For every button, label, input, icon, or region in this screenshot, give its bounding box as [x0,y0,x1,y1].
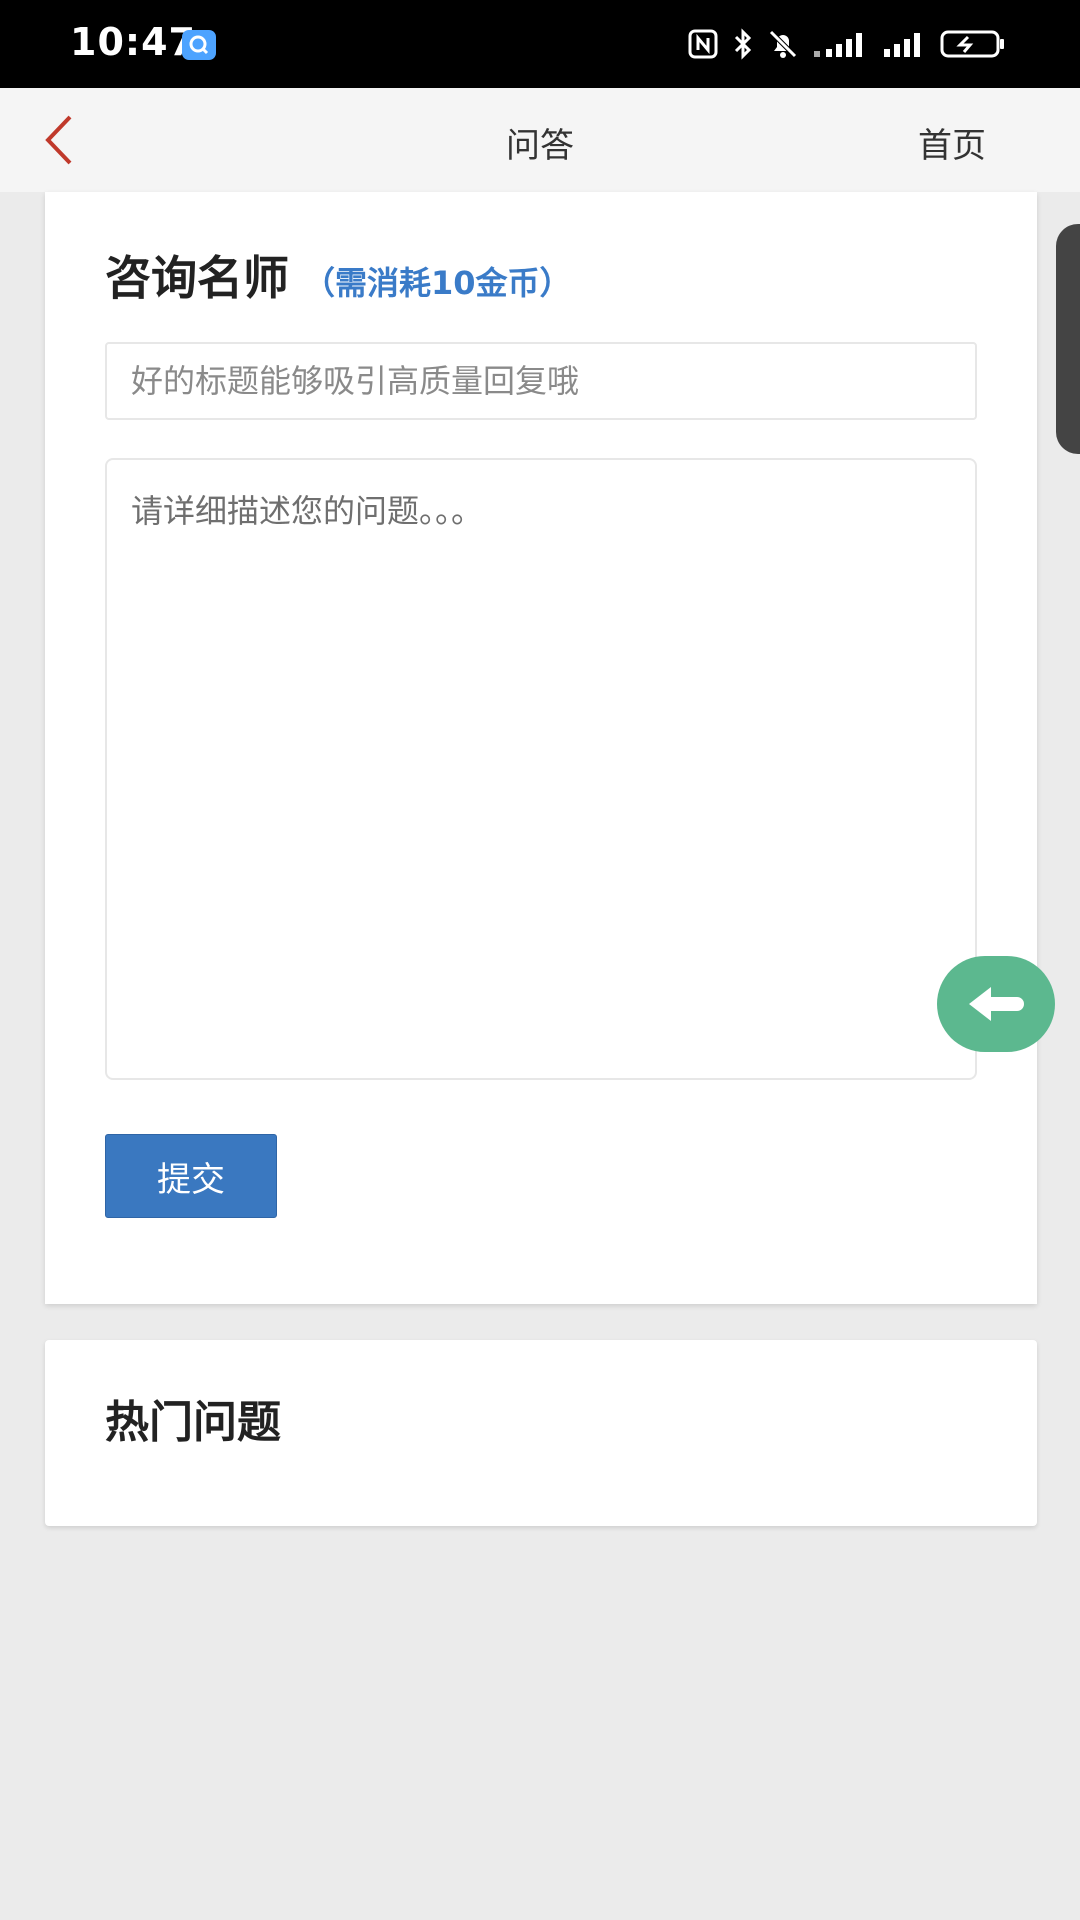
message-search-icon [182,30,216,60]
hot-questions-card: 热门问题 [45,1340,1037,1526]
question-title-input[interactable] [105,342,977,420]
arrow-left-icon [969,987,1024,1021]
nav-bar: 问答 首页 [0,88,1080,192]
submit-button[interactable]: 提交 [105,1134,277,1218]
nfc-icon [688,29,718,59]
floating-back-button[interactable] [937,956,1055,1052]
status-icons [688,24,1006,64]
battery-charging-icon [940,30,1004,58]
mute-bell-icon [769,30,797,58]
signal-icon [884,33,920,57]
status-time: 10:47 [70,20,196,64]
home-link[interactable]: 首页 [918,118,986,167]
cost-note: （需消耗10金币） [303,264,572,302]
signal-icon [814,33,862,57]
question-description-textarea[interactable] [105,458,977,1080]
hot-questions-title: 热门问题 [105,1397,281,1448]
status-bar: 10:47 [0,0,1080,88]
ask-card: 咨询名师 （需消耗10金币） 提交 [45,192,1037,1304]
bluetooth-icon [734,28,752,60]
edge-drawer-handle[interactable] [1056,224,1080,454]
ask-title: 咨询名师 [105,251,289,305]
ask-heading: 咨询名师 （需消耗10金币） [105,242,572,308]
